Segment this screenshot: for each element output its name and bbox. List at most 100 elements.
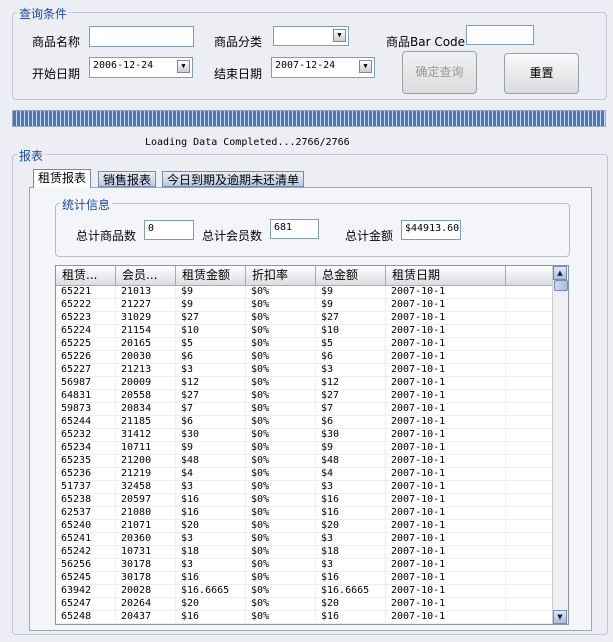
barcode-input[interactable]: [466, 25, 534, 45]
table-row[interactable]: 65242 10731 $18 $0% $18 2007-10-1: [56, 546, 553, 559]
table-row[interactable]: 65232 31412 $30 $0% $30 2007-10-1: [56, 429, 553, 442]
table-cell: 2007-10-1: [386, 611, 506, 623]
table-cell: 2007-10-1: [386, 351, 506, 363]
table-row[interactable]: 65226 20030 $6 $0% $6 2007-10-1: [56, 351, 553, 364]
table-cell: 32458: [116, 481, 176, 493]
column-header-discount[interactable]: 折扣率: [246, 266, 316, 285]
table-cell: $16.6665: [176, 585, 246, 597]
table-row[interactable]: 65247 20264 $20 $0% $20 2007-10-1: [56, 598, 553, 611]
table-row[interactable]: 65244 21185 $6 $0% $6 2007-10-1: [56, 416, 553, 429]
table-row[interactable]: 65248 20437 $16 $0% $16 2007-10-1: [56, 611, 553, 624]
chevron-down-icon[interactable]: ▼: [177, 60, 190, 73]
table-cell: 20360: [116, 533, 176, 545]
table-cell: $4: [316, 468, 386, 480]
table-cell: [506, 455, 553, 467]
table-row[interactable]: 65224 21154 $10 $0% $10 2007-10-1: [56, 325, 553, 338]
tab-sales-report[interactable]: 销售报表: [98, 171, 157, 187]
scroll-up-icon[interactable]: ▲: [553, 266, 567, 280]
table-body: 65221 21013 $9 $0% $9 2007-10-1 65222 21227 $9 $0…: [56, 286, 553, 624]
table-cell: 63942: [56, 585, 116, 597]
table-row[interactable]: 62537 21080 $16 $0% $16 2007-10-1: [56, 507, 553, 520]
table-cell: $20: [316, 520, 386, 532]
table-cell: $0%: [246, 286, 316, 298]
column-header-member-id[interactable]: 会员...: [116, 266, 176, 285]
table-row[interactable]: 65225 20165 $5 $0% $5 2007-10-1: [56, 338, 553, 351]
table-cell: 20165: [116, 338, 176, 350]
table-cell: $0%: [246, 481, 316, 493]
table-cell: 2007-10-1: [386, 494, 506, 506]
table-cell: $6: [176, 351, 246, 363]
table-row[interactable]: 59873 20834 $7 $0% $7 2007-10-1: [56, 403, 553, 416]
end-date-picker[interactable]: 2007-12-24 ▼: [271, 57, 375, 78]
column-header-blank[interactable]: [506, 266, 553, 285]
table-row[interactable]: 65235 21200 $48 $0% $48 2007-10-1: [56, 455, 553, 468]
table-row[interactable]: 65227 21213 $3 $0% $3 2007-10-1: [56, 364, 553, 377]
category-select[interactable]: ▼: [273, 26, 349, 46]
table-row[interactable]: 65238 20597 $16 $0% $16 2007-10-1: [56, 494, 553, 507]
table-row[interactable]: 64831 20558 $27 $0% $27 2007-10-1: [56, 390, 553, 403]
scroll-down-icon[interactable]: ▼: [553, 610, 567, 624]
table-cell: 10711: [116, 442, 176, 454]
table-cell: [506, 468, 553, 480]
column-header-total[interactable]: 总金额: [316, 266, 386, 285]
table-row[interactable]: 65240 21071 $20 $0% $20 2007-10-1: [56, 520, 553, 533]
total-items-value: 0: [144, 220, 194, 240]
table-cell: $3: [316, 481, 386, 493]
table-row[interactable]: 65222 21227 $9 $0% $9 2007-10-1: [56, 299, 553, 312]
table-cell: 65245: [56, 572, 116, 584]
table-cell: 2007-10-1: [386, 429, 506, 441]
table-cell: $48: [176, 455, 246, 467]
table-cell: 21185: [116, 416, 176, 428]
table-cell: $9: [176, 299, 246, 311]
table-row[interactable]: 56987 20009 $12 $0% $12 2007-10-1: [56, 377, 553, 390]
vertical-scrollbar[interactable]: ▲ ▼: [552, 266, 568, 624]
table-row[interactable]: 51737 32458 $3 $0% $3 2007-10-1: [56, 481, 553, 494]
table-row[interactable]: 65241 20360 $3 $0% $3 2007-10-1: [56, 533, 553, 546]
table-cell: 2007-10-1: [386, 468, 506, 480]
table-row[interactable]: 65236 21219 $4 $0% $4 2007-10-1: [56, 468, 553, 481]
table-row[interactable]: 65245 30178 $16 $0% $16 2007-10-1: [56, 572, 553, 585]
reset-button[interactable]: 重置: [504, 53, 579, 94]
table-cell: 21227: [116, 299, 176, 311]
table-cell: 65236: [56, 468, 116, 480]
table-cell: 59873: [56, 403, 116, 415]
table-cell: 65234: [56, 442, 116, 454]
table-cell: $0%: [246, 299, 316, 311]
table-cell: $12: [316, 377, 386, 389]
chevron-down-icon[interactable]: ▼: [359, 60, 372, 73]
table-cell: $0%: [246, 468, 316, 480]
chevron-down-icon[interactable]: ▼: [333, 29, 346, 42]
tab-due-overdue[interactable]: 今日到期及逾期未还清单: [162, 171, 305, 187]
column-header-rental-id[interactable]: 租赁...: [56, 266, 116, 285]
table-cell: 56987: [56, 377, 116, 389]
confirm-query-button[interactable]: 确定查询: [402, 51, 477, 94]
status-text: Loading Data Completed...2766/2766: [145, 137, 350, 148]
table-row[interactable]: 56256 30178 $3 $0% $3 2007-10-1: [56, 559, 553, 572]
table-cell: $0%: [246, 351, 316, 363]
table-cell: 20009: [116, 377, 176, 389]
table-cell: 2007-10-1: [386, 442, 506, 454]
table-row[interactable]: 63942 20028 $16.6665 $0% $16.6665 2007-10-1: [56, 585, 553, 598]
table-cell: 20028: [116, 585, 176, 597]
column-header-rental-amount[interactable]: 租赁金额: [176, 266, 246, 285]
table-row[interactable]: 65221 21013 $9 $0% $9 2007-10-1: [56, 286, 553, 299]
product-name-input[interactable]: [89, 26, 194, 47]
rental-table[interactable]: 租赁... 会员... 租赁金额 折扣率 总金额 租赁日期 65221 21013…: [55, 265, 569, 625]
table-cell: 65240: [56, 520, 116, 532]
tab-rental-report[interactable]: 租赁报表: [33, 169, 92, 188]
total-items-label: 总计商品数: [76, 229, 137, 243]
end-date-value: 2007-12-24: [275, 60, 336, 71]
table-cell: $0%: [246, 377, 316, 389]
table-cell: 65226: [56, 351, 116, 363]
scroll-thumb[interactable]: [554, 280, 568, 291]
table-row[interactable]: 65223 31029 $27 $0% $27 2007-10-1: [56, 312, 553, 325]
start-date-picker[interactable]: 2006-12-24 ▼: [89, 57, 193, 78]
column-header-rental-date[interactable]: 租赁日期: [386, 266, 506, 285]
table-cell: $27: [316, 312, 386, 324]
barcode-label: 商品Bar Code: [386, 35, 466, 49]
table-cell: $0%: [246, 416, 316, 428]
table-cell: 2007-10-1: [386, 299, 506, 311]
table-cell: $5: [316, 338, 386, 350]
table-cell: $3: [176, 481, 246, 493]
table-row[interactable]: 65234 10711 $9 $0% $9 2007-10-1: [56, 442, 553, 455]
